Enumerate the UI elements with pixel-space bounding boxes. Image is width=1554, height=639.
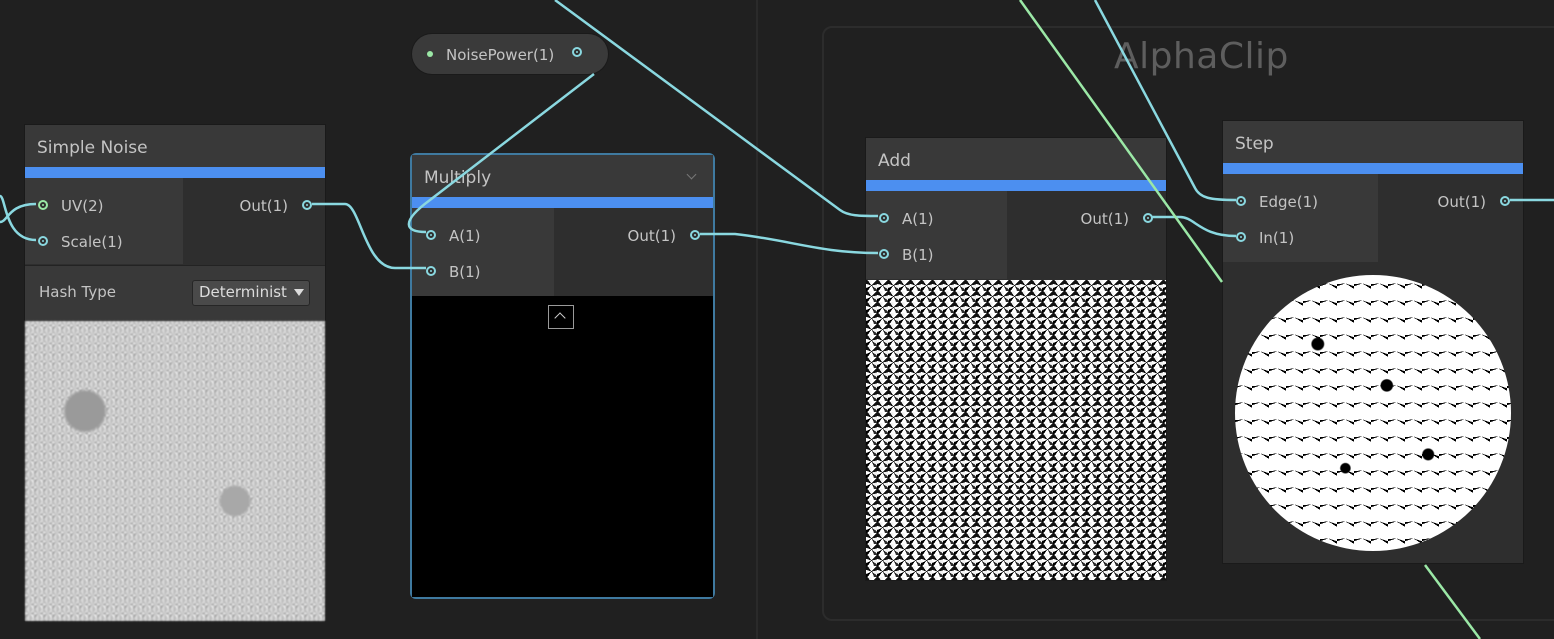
input-label-in: In(1) (1259, 229, 1295, 247)
output-port[interactable] (690, 230, 700, 240)
output-port[interactable] (302, 200, 312, 210)
output-ports: Out(1) (183, 178, 325, 264)
input-label-a: A(1) (449, 227, 481, 245)
node-accent-bar (25, 167, 325, 178)
sphere-preview (1235, 275, 1511, 551)
node-preview-black (412, 297, 713, 597)
node-title: Simple Noise (37, 138, 148, 158)
collapse-preview-button[interactable] (548, 305, 574, 329)
property-output-port[interactable] (572, 47, 582, 57)
hash-type-dropdown[interactable]: Determinist (192, 280, 310, 306)
output-label: Out(1) (627, 227, 676, 245)
hash-type-row: Hash Type Determinist (25, 265, 325, 320)
output-port-row[interactable]: Out(1) (1378, 190, 1523, 214)
node-header[interactable]: Multiply (412, 155, 713, 197)
input-label-a: A(1) (902, 210, 934, 228)
output-port[interactable] (1500, 196, 1510, 206)
input-port-row[interactable]: A(1) (866, 207, 1007, 231)
node-preview-noise (866, 280, 1166, 580)
hash-type-value: Determinist (199, 283, 287, 301)
wire-noise-to-multiply-b (312, 202, 426, 270)
canvas-divider (756, 0, 758, 639)
input-port-row[interactable]: In(1) (1223, 226, 1378, 250)
input-ports: UV(2) Scale(1) (25, 178, 183, 264)
property-label: NoisePower(1) (446, 46, 555, 64)
output-port-row[interactable]: Out(1) (1007, 207, 1166, 231)
input-label-b: B(1) (902, 246, 934, 264)
node-header[interactable]: Step (1223, 121, 1523, 163)
input-port-row[interactable]: B(1) (412, 260, 554, 284)
input-ports: A(1) B(1) (412, 208, 554, 296)
group-title[interactable]: AlphaClip (1114, 36, 1289, 77)
output-port-row[interactable]: Out(1) (183, 194, 325, 218)
property-node-noisepower[interactable]: NoisePower(1) (412, 34, 608, 74)
input-label-scale: Scale(1) (61, 233, 123, 251)
output-label: Out(1) (1080, 210, 1129, 228)
node-accent-bar (1223, 163, 1523, 174)
node-preview-sphere (1223, 263, 1523, 563)
node-header[interactable]: Add (866, 138, 1166, 180)
node-step[interactable]: Step Edge(1) In(1) Out(1) (1223, 121, 1523, 563)
node-multiply[interactable]: Multiply A(1) B(1) Out(1) (412, 155, 713, 597)
input-port-uv[interactable] (38, 200, 48, 210)
output-port-row[interactable]: Out(1) (554, 224, 713, 248)
input-port-row[interactable]: B(1) (866, 243, 1007, 267)
node-title: Step (1235, 134, 1274, 154)
input-port-row[interactable]: A(1) (412, 224, 554, 248)
node-accent-bar (866, 180, 1166, 191)
chevron-down-icon[interactable] (686, 169, 697, 180)
node-title: Multiply (424, 168, 492, 188)
node-accent-bar (412, 197, 713, 208)
input-port-b[interactable] (879, 249, 889, 259)
input-port-in[interactable] (1236, 232, 1246, 242)
input-port-a[interactable] (879, 213, 889, 223)
input-label-edge: Edge(1) (1259, 193, 1318, 211)
output-label: Out(1) (1437, 193, 1486, 211)
input-port-scale[interactable] (38, 236, 48, 246)
input-port-row[interactable]: Edge(1) (1223, 190, 1378, 214)
property-indicator-dot (427, 51, 433, 57)
input-port-b[interactable] (426, 266, 436, 276)
output-label: Out(1) (239, 197, 288, 215)
node-add[interactable]: Add A(1) B(1) Out(1) (866, 138, 1166, 580)
output-port[interactable] (1143, 213, 1153, 223)
input-port-a[interactable] (426, 230, 436, 240)
node-header[interactable]: Simple Noise (25, 125, 325, 167)
input-label-uv: UV(2) (61, 197, 104, 215)
hash-type-label: Hash Type (39, 283, 117, 301)
input-ports: A(1) B(1) (866, 191, 1007, 279)
output-ports: Out(1) (554, 208, 713, 296)
node-preview-noise (25, 321, 325, 621)
node-simple-noise[interactable]: Simple Noise UV(2) Scale(1) Out(1) Hash … (25, 125, 325, 621)
chevron-up-icon (554, 312, 566, 324)
output-ports: Out(1) (1007, 191, 1166, 279)
input-label-b: B(1) (449, 263, 481, 281)
input-port-row[interactable]: Scale(1) (25, 230, 183, 254)
input-port-edge[interactable] (1236, 196, 1246, 206)
dropdown-arrow-icon (294, 289, 304, 296)
output-ports: Out(1) (1378, 174, 1523, 262)
node-title: Add (878, 151, 911, 171)
input-ports: Edge(1) In(1) (1223, 174, 1378, 262)
input-port-row[interactable]: UV(2) (25, 194, 183, 218)
